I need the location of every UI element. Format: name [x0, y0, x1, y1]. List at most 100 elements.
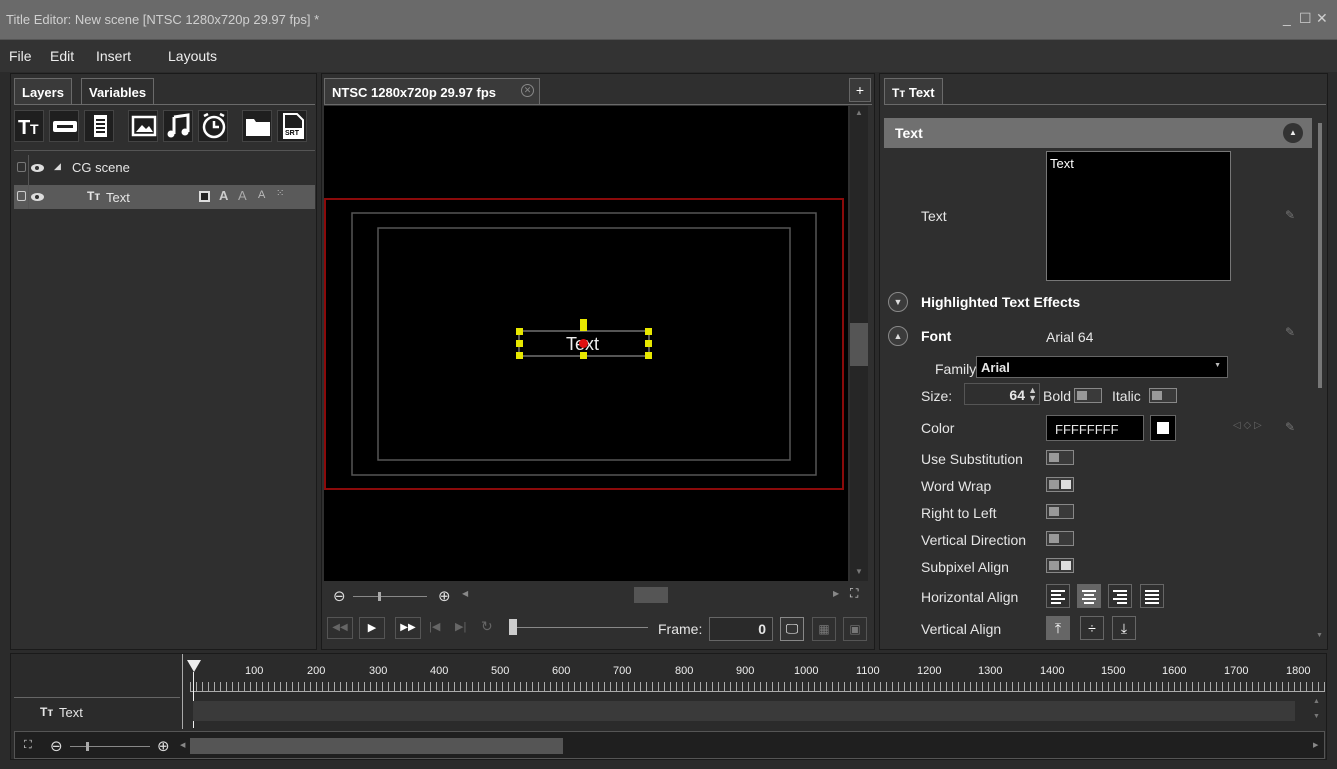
output-icon[interactable]: ▣ — [843, 617, 867, 641]
shadow-style-icon[interactable]: A — [258, 189, 265, 201]
scroll-up-icon[interactable]: ▲ — [1313, 698, 1320, 705]
scroll-left-icon[interactable]: ◀ — [462, 589, 468, 598]
italic-toggle[interactable] — [1149, 388, 1177, 403]
maximize-button[interactable]: ☐ — [1299, 10, 1312, 27]
eye-icon[interactable] — [31, 164, 44, 172]
collapse-icon[interactable]: ▲ — [1283, 123, 1303, 143]
playhead-slider[interactable] — [517, 627, 648, 628]
menu-layouts[interactable]: Layouts — [168, 48, 217, 64]
timeline-scroll-left-icon[interactable]: ◀ — [180, 741, 185, 749]
audio-tool-icon[interactable] — [163, 110, 193, 142]
playhead-slider-thumb[interactable] — [509, 619, 517, 635]
resize-handle[interactable] — [645, 352, 652, 359]
vertical-direction-toggle[interactable] — [1046, 531, 1074, 546]
align-center-icon[interactable] — [1077, 584, 1101, 608]
zoom-slider-thumb[interactable] — [378, 592, 381, 601]
hscroll-thumb[interactable] — [634, 587, 668, 603]
font-family-select[interactable]: Arial ▼ — [976, 356, 1228, 378]
tab-text-properties[interactable]: Tт Text — [884, 78, 943, 104]
frame-input[interactable]: 0 — [709, 617, 773, 641]
scroll-up-icon[interactable]: ▲ — [855, 108, 863, 117]
monitor-icon[interactable]: 🖵 — [780, 617, 804, 641]
fit-timeline-icon[interactable]: ⛶ — [24, 739, 32, 752]
menu-insert[interactable]: Insert — [96, 48, 131, 64]
collapse-font-icon[interactable]: ▲ — [888, 326, 908, 346]
resize-handle[interactable] — [516, 328, 523, 335]
play-button[interactable]: ▶ — [359, 617, 385, 639]
scroll-tool-icon[interactable] — [84, 110, 114, 142]
resize-handle[interactable] — [516, 340, 523, 347]
zoom-slider[interactable] — [353, 596, 427, 597]
scroll-down-icon[interactable]: ▼ — [1313, 713, 1320, 720]
font-section-title[interactable]: Font — [921, 328, 951, 344]
rewind-button[interactable]: ◀◀ — [327, 617, 353, 639]
timeline-zoom-out-icon[interactable]: ⊖ — [50, 737, 63, 755]
scroll-down-icon[interactable]: ▼ — [1316, 632, 1323, 639]
minimize-button[interactable]: _ — [1283, 10, 1291, 26]
menu-file[interactable]: File — [9, 48, 32, 64]
color-swatch[interactable] — [1150, 415, 1176, 441]
loop-icon[interactable]: ↻ — [481, 618, 493, 635]
zoom-in-icon[interactable]: ⊕ — [438, 587, 451, 605]
scroll-down-icon[interactable]: ▼ — [855, 567, 863, 576]
align-middle-icon[interactable]: ÷ — [1080, 616, 1104, 640]
face-style-icon[interactable]: A — [219, 188, 228, 203]
timeline-hscroll-thumb[interactable] — [190, 738, 563, 754]
highlighted-effects-title[interactable]: Highlighted Text Effects — [921, 294, 1080, 310]
tab-preview[interactable]: NTSC 1280x720p 29.97 fps ✕ — [324, 78, 540, 104]
text-input-area[interactable]: Text — [1046, 151, 1231, 281]
expand-highlighted-icon[interactable]: ▼ — [888, 292, 908, 312]
properties-vscroll[interactable]: ▼ — [1315, 118, 1325, 645]
track-label[interactable]: Text — [59, 705, 83, 720]
stepper-icon[interactable]: ▲ ▼ — [1028, 386, 1037, 403]
align-left-icon[interactable] — [1046, 584, 1070, 608]
playhead-marker[interactable] — [187, 660, 201, 672]
next-frame-button[interactable]: ▶| — [455, 620, 466, 633]
expand-arrow-icon[interactable]: ◢ — [54, 161, 61, 172]
align-justify-icon[interactable] — [1140, 584, 1164, 608]
keyframe-controls-icon[interactable]: ◁ ◇ ▷ — [1233, 420, 1262, 431]
preview-canvas[interactable]: Text — [324, 106, 848, 581]
edit-pencil-icon[interactable]: ✎ — [1285, 325, 1295, 339]
tab-variables[interactable]: Variables — [81, 78, 155, 104]
image-tool-icon[interactable] — [128, 110, 158, 142]
align-bottom-icon[interactable]: ⤓ — [1112, 616, 1136, 640]
resize-handle[interactable] — [645, 340, 652, 347]
tab-layers[interactable]: Layers — [14, 78, 72, 104]
subpixel-align-toggle[interactable] — [1046, 558, 1074, 573]
menu-edit[interactable]: Edit — [50, 48, 74, 64]
edit-pencil-icon[interactable]: ✎ — [1285, 420, 1295, 434]
fill-icon[interactable] — [199, 191, 210, 202]
fast-forward-button[interactable]: ▶▶ — [395, 617, 421, 639]
layer-row-text[interactable]: Tт Text A A A ⁙ — [14, 185, 315, 209]
color-input[interactable]: FFFFFFFF — [1046, 415, 1144, 441]
outline-style-icon[interactable]: A — [238, 188, 247, 203]
fit-view-icon[interactable]: ⛶ — [850, 586, 858, 601]
timeline-zoom-slider[interactable] — [70, 746, 150, 747]
move-handle[interactable] — [580, 319, 587, 331]
safe-area-icon[interactable]: ▦ — [812, 617, 836, 641]
dropdown-arrow-icon[interactable]: ▼ — [1214, 362, 1221, 369]
use-substitution-toggle[interactable] — [1046, 450, 1074, 465]
srt-tool-icon[interactable]: SRT — [277, 110, 307, 142]
right-to-left-toggle[interactable] — [1046, 504, 1074, 519]
clock-tool-icon[interactable] — [198, 110, 228, 142]
close-tab-icon[interactable]: ✕ — [521, 84, 534, 97]
eye-icon[interactable] — [31, 193, 44, 201]
add-tab-button[interactable]: + — [849, 78, 871, 102]
text-section-header[interactable]: Text ▲ — [884, 118, 1312, 148]
timeline-scroll-right-icon[interactable]: ▶ — [1313, 741, 1318, 749]
align-right-icon[interactable] — [1108, 584, 1132, 608]
properties-vscroll-thumb[interactable] — [1318, 123, 1322, 388]
timeline-zoom-in-icon[interactable]: ⊕ — [157, 737, 170, 755]
close-button[interactable]: ✕ — [1316, 10, 1328, 27]
edit-pencil-icon[interactable]: ✎ — [1285, 208, 1295, 222]
previous-frame-button[interactable]: |◀ — [429, 620, 440, 633]
resize-handle[interactable] — [645, 328, 652, 335]
folder-tool-icon[interactable] — [242, 110, 272, 142]
caption-tool-icon[interactable] — [49, 110, 79, 142]
word-wrap-toggle[interactable] — [1046, 477, 1074, 492]
transform-icon[interactable]: ⁙ — [276, 188, 284, 199]
timeline-track[interactable] — [193, 701, 1295, 721]
bold-toggle[interactable] — [1074, 388, 1102, 403]
